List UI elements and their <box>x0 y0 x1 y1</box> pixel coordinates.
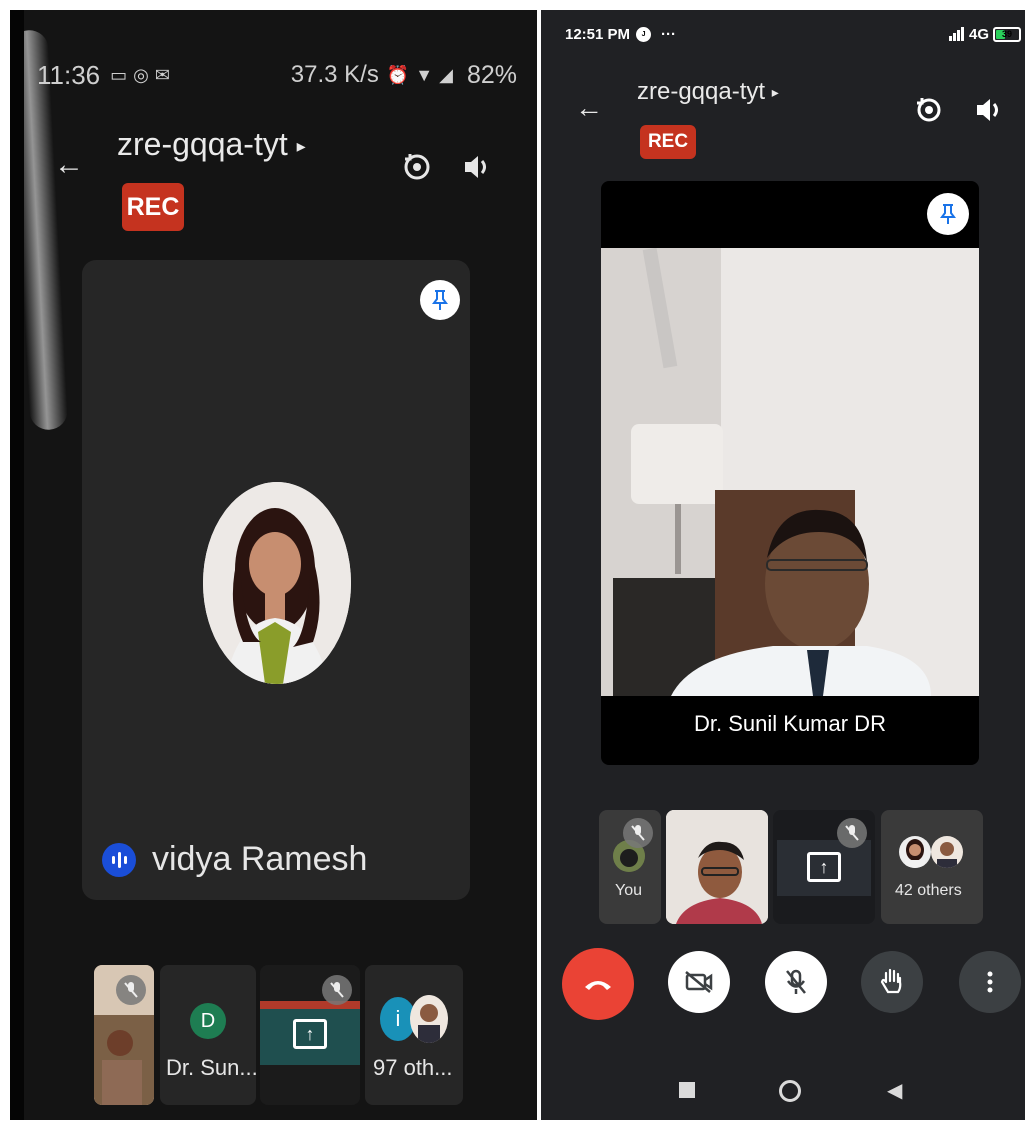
cast-icon: ▭ <box>110 64 128 85</box>
whatsapp-icon: ◎ <box>133 64 149 85</box>
speaker-icon[interactable] <box>462 152 490 187</box>
end-call-button[interactable] <box>562 948 634 1020</box>
left-phone-photo: 11:36 ▭ ◎ ✉ 37.3 K/s ⏰ ▼ ◢ 82% ← zre-gqq… <box>10 10 537 1120</box>
mic-off-icon <box>623 818 653 848</box>
raise-hand-icon <box>880 968 902 994</box>
participant-initial: D <box>190 1003 226 1039</box>
others-thumbnail[interactable]: 42 others <box>881 810 983 924</box>
present-screen-icon: ↑ <box>807 852 841 882</box>
status-bar: 11:36 ▭ ◎ ✉ 37.3 K/s ⏰ ▼ ◢ 82% <box>37 58 517 92</box>
others-count-label: 97 oth... <box>373 1055 453 1080</box>
net-rate: 37.3 K/s <box>290 61 379 88</box>
main-participant-tile[interactable]: vidya Ramesh <box>82 260 470 900</box>
speaking-indicator-icon <box>102 842 136 877</box>
present-screen-icon: ↑ <box>293 1019 327 1049</box>
network-type: 4G <box>968 25 989 43</box>
rec-badge: REC <box>640 125 696 159</box>
switch-camera-icon[interactable] <box>915 96 943 129</box>
chevron-right-icon: ▸ <box>771 84 779 101</box>
mic-off-button[interactable] <box>765 951 827 1013</box>
participant-thumbnail-avatar[interactable]: D Dr. Sun... <box>160 965 256 1105</box>
phone-edge <box>10 10 24 1120</box>
participant-avatar <box>203 482 351 684</box>
camera-off-button[interactable] <box>668 951 730 1013</box>
status-bar: 12:51 PM J ··· 4G 39 <box>565 22 1021 46</box>
self-thumbnail[interactable]: You <box>599 810 661 924</box>
participant-thumbnail-video[interactable] <box>666 810 768 924</box>
speaker-icon[interactable] <box>975 96 1001 129</box>
raise-hand-button[interactable] <box>861 951 923 1013</box>
self-label: You <box>615 882 642 899</box>
participant-avatar <box>410 995 448 1043</box>
others-thumbnail[interactable]: i 97 oth... <box>365 965 463 1105</box>
more-options-button[interactable] <box>959 951 1021 1013</box>
right-phone-screenshot: 12:51 PM J ··· 4G 39 ← zre-gqqa-tyt ▸ RE… <box>541 10 1025 1120</box>
status-time: 12:51 PM <box>565 25 631 43</box>
end-call-icon <box>585 981 611 990</box>
back-arrow-icon[interactable]: ← <box>575 92 603 124</box>
mail-icon: ✉ <box>154 64 170 85</box>
participant-short-name: Dr. Sun... <box>166 1055 256 1080</box>
recents-icon[interactable] <box>679 1082 695 1098</box>
pin-icon[interactable] <box>420 280 460 320</box>
more-notifications: ··· <box>661 25 677 43</box>
signal-icon: ◢ <box>439 64 453 85</box>
battery-percent: 82% <box>466 60 517 89</box>
participant-video <box>601 248 979 696</box>
meeting-code: zre-gqqa-tyt <box>117 126 288 162</box>
battery-icon: 39 <box>993 26 1021 42</box>
more-vert-icon <box>987 971 993 993</box>
participant-thumbnail-video[interactable] <box>94 965 154 1105</box>
mic-off-icon <box>786 969 806 994</box>
jio-icon: J <box>636 26 652 42</box>
participant-name-row: vidya Ramesh <box>102 840 367 879</box>
participant-avatar <box>931 836 963 868</box>
chevron-right-icon: ▸ <box>296 136 306 157</box>
mic-off-icon <box>116 975 146 1005</box>
mic-off-icon <box>322 975 352 1005</box>
participant-name: vidya Ramesh <box>152 840 368 878</box>
pin-icon[interactable] <box>927 193 969 235</box>
alarm-icon: ⏰ <box>386 64 410 85</box>
status-time: 11:36 <box>37 59 101 90</box>
wifi-icon: ▼ <box>415 64 434 85</box>
battery-level: 39 <box>1001 29 1012 39</box>
meeting-title[interactable]: zre-gqqa-tyt ▸ <box>637 78 779 106</box>
rec-badge: REC <box>122 183 184 231</box>
signal-icon <box>948 27 964 41</box>
screen-share-thumbnail[interactable]: ↑ <box>773 810 875 924</box>
mic-off-icon <box>837 818 867 848</box>
meeting-title[interactable]: zre-gqqa-tyt ▸ <box>117 126 306 163</box>
participant-name: Dr. Sunil Kumar DR <box>694 711 886 736</box>
meeting-code: zre-gqqa-tyt <box>637 78 766 105</box>
screen-share-thumbnail[interactable]: ↑ <box>260 965 360 1105</box>
home-icon[interactable] <box>779 1080 801 1102</box>
camera-off-icon <box>685 971 713 993</box>
main-participant-tile[interactable]: Dr. Sunil Kumar DR <box>601 181 979 765</box>
back-nav-icon[interactable]: ◀ <box>887 1078 902 1103</box>
switch-camera-icon[interactable] <box>402 150 432 189</box>
back-arrow-icon[interactable]: ← <box>54 148 84 182</box>
participant-avatar <box>899 836 931 868</box>
others-count-label: 42 others <box>895 882 962 899</box>
